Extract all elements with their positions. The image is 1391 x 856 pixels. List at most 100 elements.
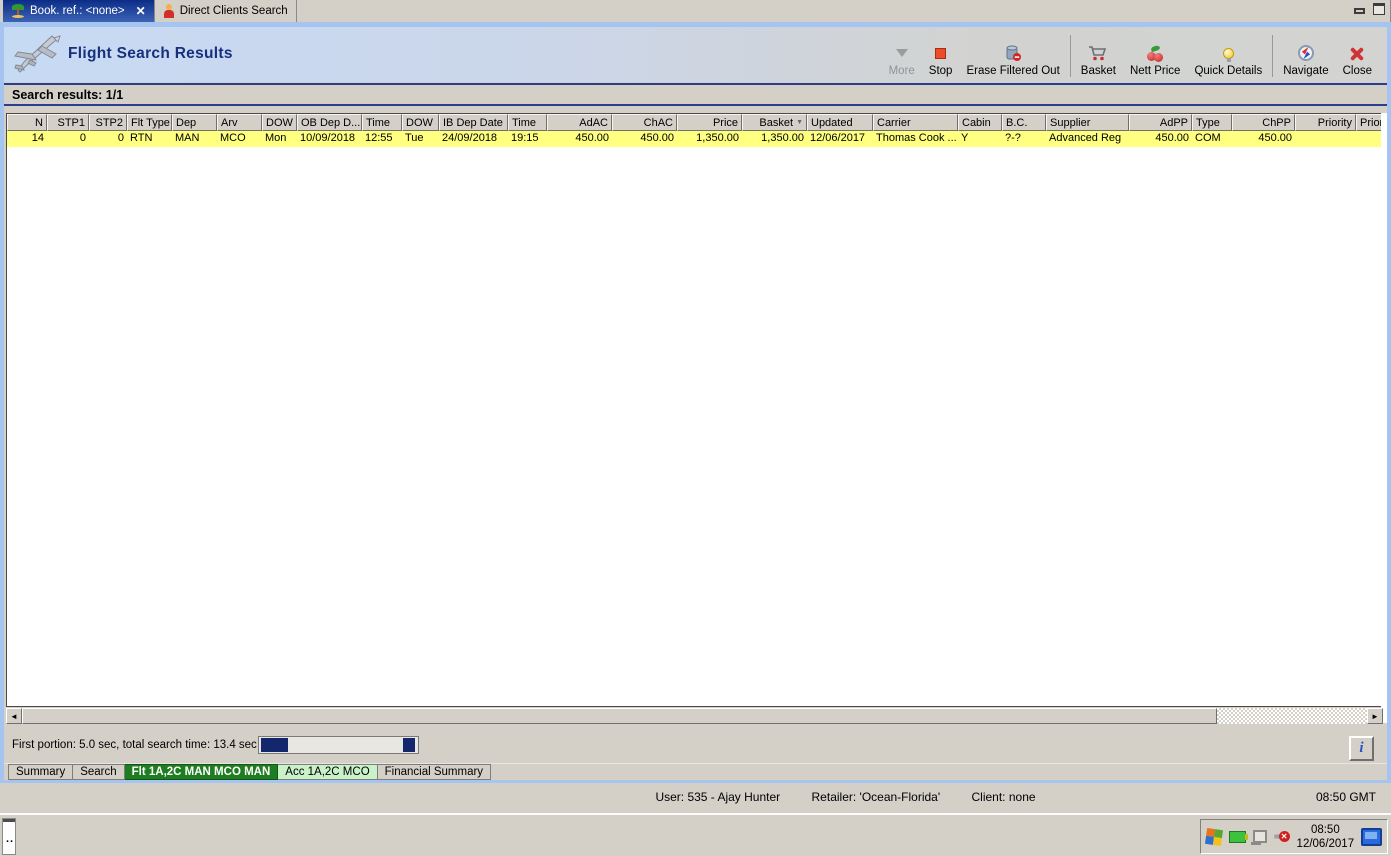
- toolbar-separator: [1069, 35, 1071, 77]
- system-tray: ✕ 08:50 12/06/2017: [1200, 819, 1388, 854]
- basket-button[interactable]: Basket: [1074, 42, 1123, 79]
- tab-acc-mco[interactable]: Acc 1A,2C MCO: [278, 764, 378, 780]
- quick-details-button[interactable]: Quick Details: [1187, 42, 1269, 79]
- row-cell: MCO: [220, 132, 246, 144]
- minimize-icon[interactable]: [1354, 8, 1365, 14]
- row-cell: RTN: [130, 132, 153, 144]
- column-header[interactable]: Flt Type: [127, 114, 172, 131]
- airplane-icon: [14, 35, 61, 73]
- column-header[interactable]: Price: [677, 114, 742, 131]
- column-header[interactable]: STP2: [89, 114, 127, 131]
- column-header[interactable]: IB Dep Date: [439, 114, 508, 131]
- antivirus-tray-icon[interactable]: [1204, 827, 1224, 846]
- compass-icon: [1297, 44, 1314, 62]
- taskbar-toolbar-handle[interactable]: ..: [2, 818, 16, 855]
- row-cell: 12:55: [365, 132, 393, 144]
- table-header-row: N STP1 STP2 Flt Type Dep Arv DOW OB Dep …: [7, 114, 1382, 131]
- window-controls: [1354, 3, 1385, 15]
- scroll-left-arrow[interactable]: ◄: [6, 708, 22, 724]
- tab-summary[interactable]: Summary: [8, 764, 74, 780]
- toolbar-separator: [1272, 35, 1274, 77]
- horizontal-scrollbar[interactable]: ◄ ►: [6, 708, 1383, 724]
- row-cell: 19:15: [511, 132, 539, 144]
- network-adapter-icon[interactable]: [1229, 830, 1249, 843]
- column-header[interactable]: Cabin: [958, 114, 1002, 131]
- column-header[interactable]: AdPP: [1129, 114, 1192, 131]
- column-header[interactable]: AdAC: [547, 114, 612, 131]
- stop-button[interactable]: Stop: [922, 42, 960, 79]
- tab-bar-empty-space: [297, 0, 1391, 22]
- row-cell: 450.00: [575, 132, 609, 144]
- bottom-tab-bar: Summary Search Flt 1A,2C MAN MCO MAN Acc…: [4, 763, 1387, 780]
- window-border: [0, 22, 4, 783]
- more-button[interactable]: More: [882, 42, 922, 79]
- tab-financial-summary[interactable]: Financial Summary: [377, 764, 492, 780]
- drag-grip[interactable]: [3, 819, 15, 822]
- tab-search[interactable]: Search: [73, 764, 125, 780]
- column-header[interactable]: Dep: [172, 114, 217, 131]
- shopping-cart-icon: [1087, 44, 1109, 62]
- scrollbar-track[interactable]: [1217, 708, 1367, 724]
- nett-price-button[interactable]: Nett Price: [1123, 44, 1188, 79]
- tray-time: 08:50: [1310, 823, 1340, 836]
- close-x-icon: [1350, 44, 1364, 62]
- status-gmt-time: 08:50 GMT: [1315, 790, 1376, 804]
- column-header-sorted[interactable]: Basket ▼: [742, 114, 807, 131]
- show-desktop-icon[interactable]: [1361, 827, 1382, 846]
- column-header[interactable]: Updated: [807, 114, 873, 131]
- column-header[interactable]: OB Dep D...: [297, 114, 362, 131]
- tab-close-icon[interactable]: ✕: [136, 4, 146, 18]
- erase-filtered-out-button[interactable]: Erase Filtered Out: [959, 42, 1066, 79]
- tab-flight-man-mco-man[interactable]: Flt 1A,2C MAN MCO MAN: [124, 764, 279, 780]
- column-header[interactable]: DOW: [262, 114, 297, 131]
- result-row-selected[interactable]: 14 0 0 RTN MAN MCO Mon 10/09/2018 12:55 …: [7, 131, 1382, 147]
- row-cell: ?-?: [1005, 132, 1021, 144]
- column-header[interactable]: STP1: [47, 114, 89, 131]
- row-cell: 450.00: [1258, 132, 1292, 144]
- tab-direct-clients-search[interactable]: Direct Clients Search: [154, 0, 297, 22]
- search-timing-label: First portion: 5.0 sec, total search tim…: [12, 739, 257, 751]
- column-header[interactable]: DOW: [402, 114, 439, 131]
- row-cell: 450.00: [1155, 132, 1189, 144]
- column-header[interactable]: Type: [1192, 114, 1232, 131]
- column-header[interactable]: Time: [508, 114, 547, 131]
- volume-muted-icon[interactable]: ✕: [1274, 829, 1290, 845]
- row-cell: MAN: [175, 132, 200, 144]
- column-header[interactable]: Arv: [217, 114, 262, 131]
- lightbulb-icon: [1222, 44, 1234, 62]
- maximize-icon[interactable]: [1373, 3, 1385, 15]
- column-header[interactable]: Time: [362, 114, 402, 131]
- column-header[interactable]: ChAC: [612, 114, 677, 131]
- search-results-count: Search results: 1/1: [12, 87, 124, 102]
- header-banner: Flight Search Results More Stop Erase Fi…: [4, 27, 1387, 82]
- row-cell: 1,350.00: [696, 132, 739, 144]
- sort-descending-icon: ▼: [796, 119, 803, 126]
- column-header[interactable]: N: [7, 114, 47, 131]
- navigate-button[interactable]: Navigate: [1276, 42, 1335, 79]
- stop-icon: [935, 44, 947, 62]
- column-header[interactable]: ChPP: [1232, 114, 1295, 131]
- column-header[interactable]: Carrier: [873, 114, 958, 131]
- tab-booking-ref[interactable]: Book. ref.: <none> ✕: [3, 0, 155, 22]
- network-connection-icon[interactable]: [1251, 830, 1268, 845]
- column-header[interactable]: Supplier: [1046, 114, 1129, 131]
- status-user: User: 535 - Ajay Hunter: [655, 790, 781, 804]
- row-cell: 450.00: [640, 132, 674, 144]
- cherries-icon: [1146, 44, 1164, 62]
- column-header[interactable]: B.C.: [1002, 114, 1046, 131]
- info-button[interactable]: i: [1349, 736, 1374, 761]
- search-progress-bar: [258, 736, 419, 754]
- column-header[interactable]: Prior: [1356, 114, 1382, 131]
- scrollbar-thumb[interactable]: [22, 708, 1217, 724]
- scroll-right-arrow[interactable]: ►: [1367, 708, 1383, 724]
- column-header[interactable]: Priority: [1295, 114, 1356, 131]
- row-cell: [1356, 131, 1382, 147]
- document-tab-bar: Book. ref.: <none> ✕ Direct Clients Sear…: [0, 0, 1391, 22]
- handle-dots: ..: [6, 833, 15, 845]
- tray-clock[interactable]: 08:50 12/06/2017: [1297, 823, 1355, 851]
- results-table: N STP1 STP2 Flt Type Dep Arv DOW OB Dep …: [6, 113, 1383, 707]
- row-cell: Advanced Reg: [1049, 132, 1122, 144]
- close-button[interactable]: Close: [1336, 42, 1379, 79]
- trash-bin-icon: [1004, 44, 1022, 62]
- tab-label: Direct Clients Search: [179, 5, 288, 17]
